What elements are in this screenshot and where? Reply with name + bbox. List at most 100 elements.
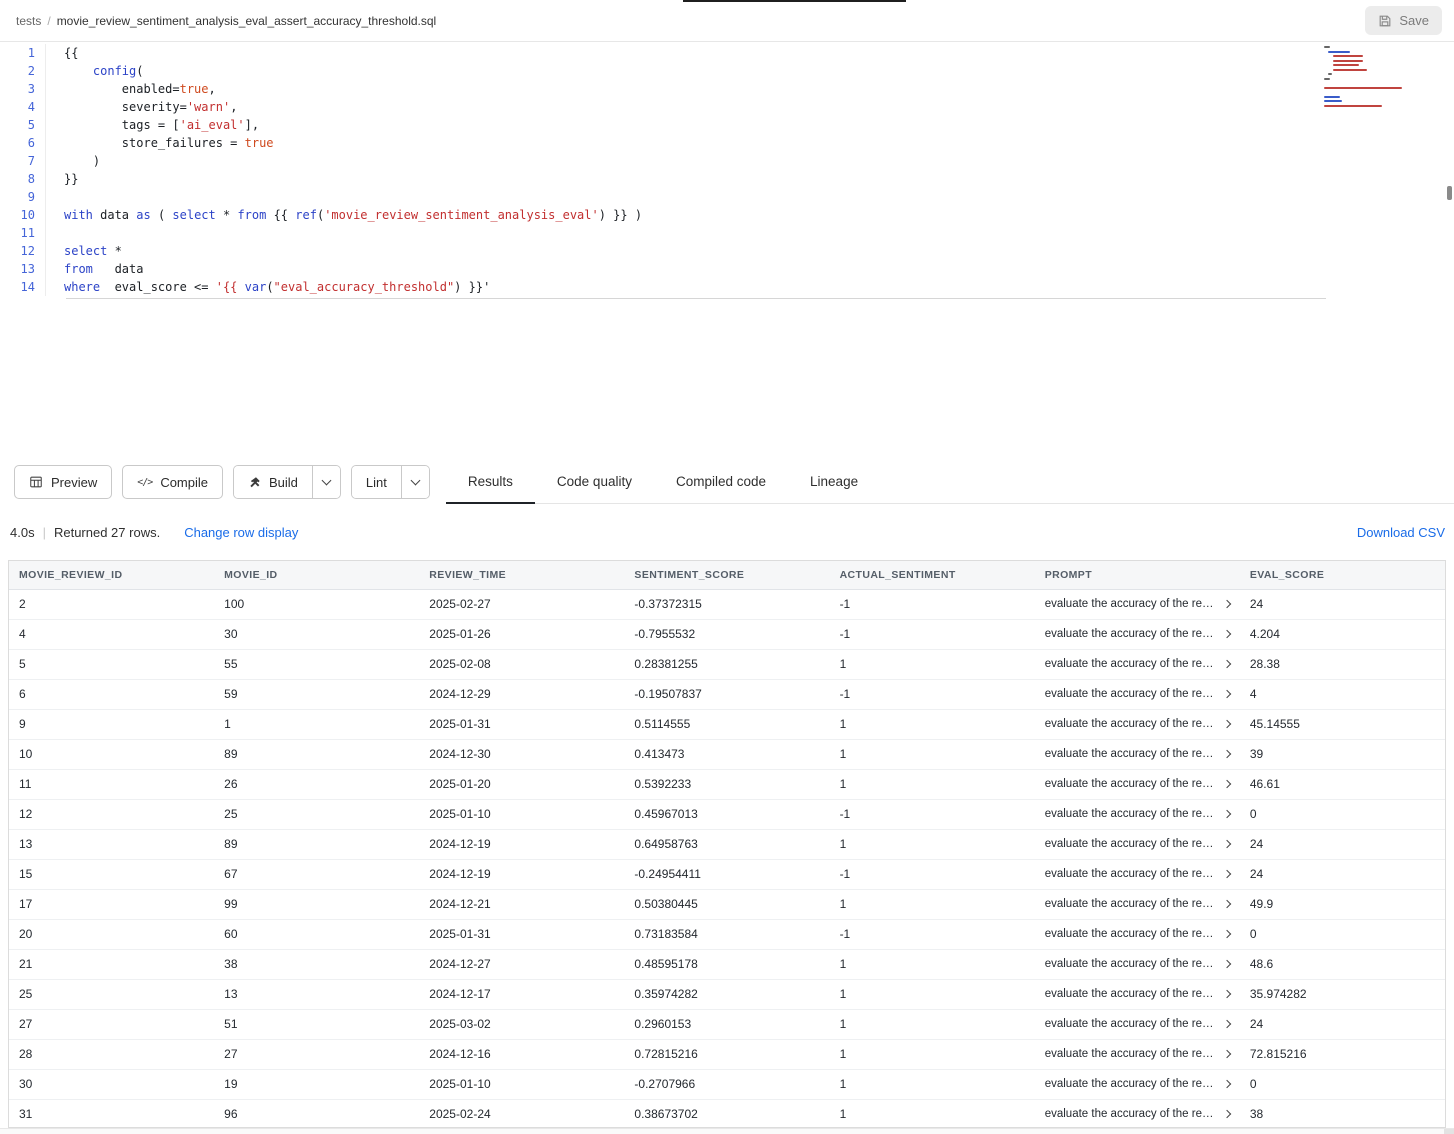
code-line[interactable]: 13from data [0,260,1454,278]
code-line[interactable]: 7 ) [0,152,1454,170]
code-line[interactable]: 8}} [0,170,1454,188]
lint-button[interactable]: Lint [352,466,401,498]
code-line[interactable]: 6 store_failures = true [0,134,1454,152]
code-line-text: severity='warn', [46,98,237,116]
column-header[interactable]: MOVIE_REVIEW_ID [9,561,214,589]
change-row-display-link[interactable]: Change row display [184,525,298,540]
tab-code-quality[interactable]: Code quality [535,460,654,504]
code-line[interactable]: 12select * [0,242,1454,260]
expand-cell-chevron-icon[interactable] [1223,960,1231,968]
line-number: 11 [0,224,46,242]
line-number: 7 [0,152,46,170]
code-line[interactable]: 5 tags = ['ai_eval'], [0,116,1454,134]
column-header[interactable]: ACTUAL_SENTIMENT [830,561,1035,589]
code-line[interactable]: 1{{ [0,44,1454,62]
expand-cell-chevron-icon[interactable] [1223,660,1231,668]
table-cell: 2025-01-10 [419,1069,624,1099]
preview-button[interactable]: Preview [14,465,112,499]
table-cell: 4 [1240,679,1445,709]
column-header[interactable]: PROMPT [1035,561,1240,589]
ide-page: tests / movie_review_sentiment_analysis_… [0,0,1454,1134]
code-line[interactable]: 3 enabled=true, [0,80,1454,98]
table-cell: 6 [9,679,214,709]
table-cell: 0.5114555 [624,709,829,739]
download-csv-link[interactable]: Download CSV [1357,525,1445,540]
expand-cell-chevron-icon[interactable] [1223,930,1231,938]
tab-lineage[interactable]: Lineage [788,460,880,504]
query-duration: 4.0s [10,525,35,540]
table-cell: 20 [9,919,214,949]
command-buttons: Preview </> Compile Build [0,460,430,504]
horizontal-scrollbar[interactable] [0,1128,1454,1134]
compile-button[interactable]: </> Compile [122,465,223,499]
expand-cell-chevron-icon[interactable] [1223,810,1231,818]
expand-cell-chevron-icon[interactable] [1223,1080,1231,1088]
table-cell: 2025-01-26 [419,619,624,649]
table-cell: -0.24954411 [624,859,829,889]
expand-cell-chevron-icon[interactable] [1223,630,1231,638]
table-cell: -0.2707966 [624,1069,829,1099]
table-row: 31962025-02-240.386737021evaluate the ac… [9,1099,1445,1128]
code-line[interactable]: 10with data as ( select * from {{ ref('m… [0,206,1454,224]
table-cell: 2024-12-27 [419,949,624,979]
table-cell: 38 [1240,1099,1445,1128]
code-line[interactable]: 9 [0,188,1454,206]
code-editor[interactable]: 1{{2 config(3 enabled=true,4 severity='w… [0,42,1454,460]
code-line-text: enabled=true, [46,80,216,98]
expand-cell-chevron-icon[interactable] [1223,690,1231,698]
line-number: 5 [0,116,46,134]
code-line-text: with data as ( select * from {{ ref('mov… [46,206,642,224]
breadcrumb-folder[interactable]: tests [16,14,41,28]
table-cell: evaluate the accuracy of the res… [1035,619,1240,649]
expand-cell-chevron-icon[interactable] [1223,870,1231,878]
editor-scrollbar-thumb[interactable] [1447,186,1452,200]
save-button[interactable]: Save [1365,6,1442,35]
table-cell: 2025-02-08 [419,649,624,679]
table-cell: 2025-02-24 [419,1099,624,1128]
table-cell: 26 [214,769,419,799]
tab-compiled-code[interactable]: Compiled code [654,460,788,504]
expand-cell-chevron-icon[interactable] [1223,900,1231,908]
table-cell: 99 [214,889,419,919]
table-cell: 1 [830,739,1035,769]
line-number: 2 [0,62,46,80]
table-row: 28272024-12-160.728152161evaluate the ac… [9,1039,1445,1069]
table-cell: 96 [214,1099,419,1128]
table-cell: -1 [830,919,1035,949]
expand-cell-chevron-icon[interactable] [1223,600,1231,608]
build-dropdown-button[interactable] [312,466,340,498]
table-cell: 2024-12-16 [419,1039,624,1069]
tab-results[interactable]: Results [446,460,535,504]
expand-cell-chevron-icon[interactable] [1223,1110,1231,1118]
table-cell: 30 [214,619,419,649]
code-line[interactable]: 11 [0,224,1454,242]
column-header[interactable]: EVAL_SCORE [1240,561,1445,589]
code-line[interactable]: 14where eval_score <= '{{ var("eval_accu… [0,278,1454,296]
code-line[interactable]: 2 config( [0,62,1454,80]
expand-cell-chevron-icon[interactable] [1223,780,1231,788]
column-header[interactable]: SENTIMENT_SCORE [624,561,829,589]
table-cell: 59 [214,679,419,709]
table-cell: 24 [1240,589,1445,619]
expand-cell-chevron-icon[interactable] [1223,990,1231,998]
expand-cell-chevron-icon[interactable] [1223,750,1231,758]
expand-cell-chevron-icon[interactable] [1223,720,1231,728]
expand-cell-chevron-icon[interactable] [1223,1020,1231,1028]
table-cell: 1 [830,769,1035,799]
table-cell: 25 [214,799,419,829]
minimap[interactable] [1324,46,1436,109]
table-cell: 60 [214,919,419,949]
lint-dropdown-button[interactable] [401,466,429,498]
column-header[interactable]: REVIEW_TIME [419,561,624,589]
code-line-text: config( [46,62,144,80]
table-row: 15672024-12-19-0.24954411-1evaluate the … [9,859,1445,889]
build-button[interactable]: Build [234,466,312,498]
column-header[interactable]: MOVIE_ID [214,561,419,589]
expand-cell-chevron-icon[interactable] [1223,840,1231,848]
prompt-text: evaluate the accuracy of the res… [1045,988,1216,1000]
code-line[interactable]: 4 severity='warn', [0,98,1454,116]
line-number: 10 [0,206,46,224]
expand-cell-chevron-icon[interactable] [1223,1050,1231,1058]
editor-scrollbar[interactable] [1445,42,1453,460]
table-cell: 1 [830,649,1035,679]
